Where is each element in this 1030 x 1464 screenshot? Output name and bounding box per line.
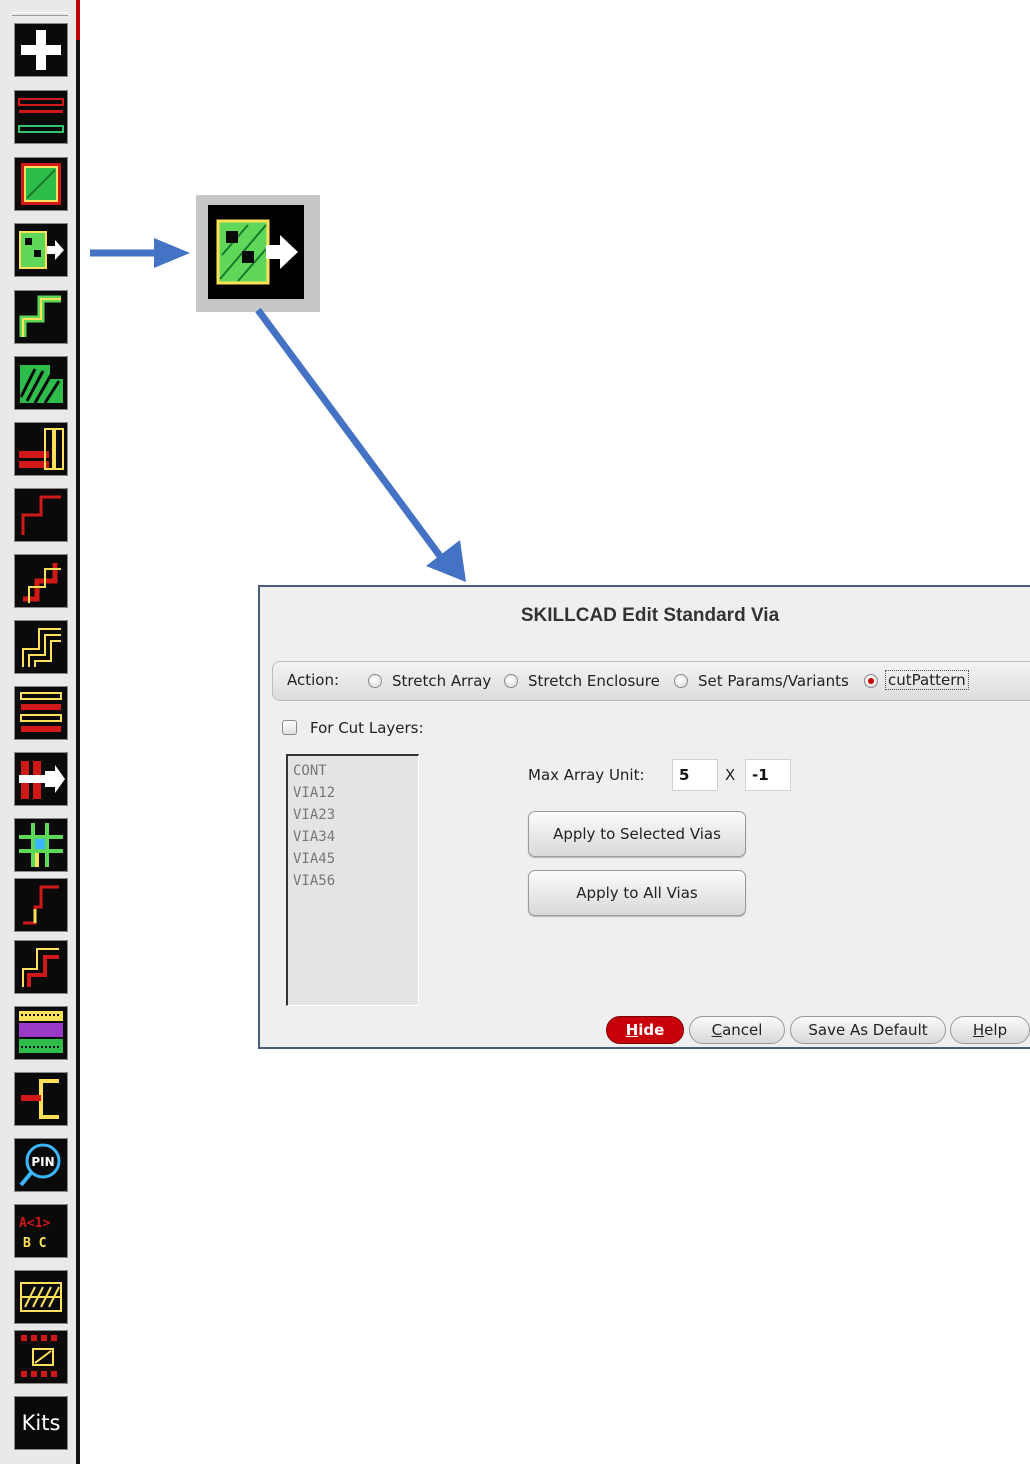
arrow-right-icon: [90, 238, 190, 268]
arrow-down-right-icon: [255, 307, 466, 582]
annotation-arrows: [90, 238, 466, 582]
